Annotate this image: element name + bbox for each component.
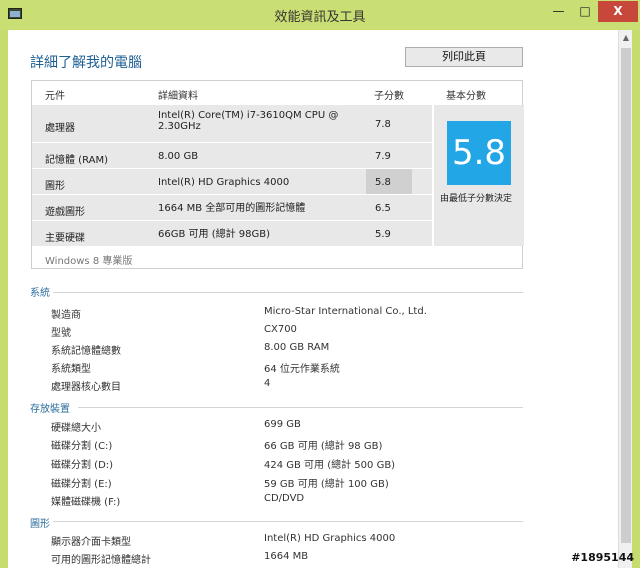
component-name: 記憶體 (RAM) (45, 155, 108, 166)
table-row: 主要硬碟 66GB 可用 (總計 98GB) 5.9 (32, 221, 432, 247)
info-value: CX700 (264, 324, 297, 335)
component-name: 處理器 (45, 123, 75, 134)
section-divider (53, 292, 523, 293)
print-button[interactable]: 列印此頁 (405, 47, 523, 67)
table-row: 處理器 Intel(R) Core(TM) i7-3610QM CPU @ 2.… (32, 105, 432, 143)
table-row: 圖形 Intel(R) HD Graphics 4000 5.8 (32, 169, 432, 195)
section-title-graphics: 圖形 (30, 519, 50, 530)
section-divider (53, 521, 523, 522)
base-score-badge: 5.8 (447, 121, 511, 185)
score-table: 元件 詳細資料 子分數 基本分數 處理器 Intel(R) Core(TM) i… (31, 80, 524, 269)
info-value: Micro-Star International Co., Ltd. (264, 306, 427, 317)
info-label: 磁碟分割 (D:) (51, 460, 114, 471)
info-label: 媒體磁碟機 (F:) (51, 497, 121, 508)
score-rows: 處理器 Intel(R) Core(TM) i7-3610QM CPU @ 2.… (32, 105, 432, 247)
section-divider (78, 407, 523, 408)
minimize-button[interactable]: — (545, 1, 572, 22)
vertical-scrollbar[interactable]: ▲ (618, 30, 632, 568)
info-label: 硬碟總大小 (51, 423, 101, 434)
client-area: 詳細了解我的電腦 列印此頁 元件 詳細資料 子分數 基本分數 處理器 Intel… (8, 30, 618, 568)
component-name: 圖形 (45, 181, 65, 192)
component-name: 主要硬碟 (45, 233, 85, 244)
info-label: 磁碟分割 (C:) (51, 441, 113, 452)
table-row: 記憶體 (RAM) 8.00 GB 7.9 (32, 143, 432, 169)
close-button[interactable]: X (598, 1, 638, 22)
component-detail: 1664 MB 全部可用的圖形記憶體 (158, 203, 306, 214)
scroll-up-arrow-icon[interactable]: ▲ (619, 30, 633, 46)
subscore: 7.9 (375, 151, 391, 162)
info-value: 8.00 GB RAM (264, 342, 330, 353)
column-header-base-score: 基本分數 (446, 91, 486, 102)
table-row: 遊戲圖形 1664 MB 全部可用的圖形記憶體 6.5 (32, 195, 432, 221)
info-value: 699 GB (264, 419, 301, 430)
column-header-detail: 詳細資料 (158, 91, 198, 102)
watermark-text: #1895144 (571, 551, 634, 564)
info-label: 型號 (51, 328, 71, 339)
component-name: 遊戲圖形 (45, 207, 85, 218)
section-title-storage: 存放裝置 (30, 404, 70, 415)
info-value: 59 GB 可用 (總計 100 GB) (264, 479, 389, 490)
info-label: 系統類型 (51, 364, 91, 375)
info-label: 製造商 (51, 310, 81, 321)
scroll-thumb[interactable] (621, 48, 631, 543)
column-header-subscore: 子分數 (374, 91, 404, 102)
subscore: 6.5 (375, 203, 391, 214)
maximize-button[interactable]: □ (572, 1, 598, 22)
page-title: 詳細了解我的電腦 (30, 55, 142, 71)
subscore: 5.9 (375, 229, 391, 240)
component-detail: 8.00 GB (158, 151, 199, 162)
info-value: 1664 MB (264, 551, 309, 562)
info-label: 顯示器介面卡類型 (51, 537, 131, 548)
column-header-component: 元件 (45, 91, 65, 102)
section-title-system: 系統 (30, 288, 50, 299)
base-score-column: 5.8 由最低子分數決定 (434, 105, 524, 246)
info-value: Intel(R) HD Graphics 4000 (264, 533, 396, 544)
info-label: 系統記憶體總數 (51, 346, 121, 357)
window-title: 效能資訊及工具 (274, 10, 366, 25)
info-value: 424 GB 可用 (總計 500 GB) (264, 460, 396, 471)
info-value: CD/DVD (264, 493, 305, 504)
info-value: 64 位元作業系統 (264, 364, 340, 375)
component-detail: 66GB 可用 (總計 98GB) (158, 229, 271, 240)
info-label: 可用的圖形記憶體總計 (51, 555, 151, 566)
subscore: 7.8 (375, 119, 391, 130)
subscore-lowest: 5.8 (366, 169, 412, 194)
windows-edition: Windows 8 專業版 (45, 256, 133, 267)
info-value: 4 (264, 378, 271, 389)
component-detail: Intel(R) HD Graphics 4000 (158, 177, 290, 188)
info-label: 磁碟分割 (E:) (51, 479, 112, 490)
info-label: 處理器核心數目 (51, 382, 121, 393)
component-detail: Intel(R) Core(TM) i7-3610QM CPU @ 2.30GH… (158, 110, 339, 132)
info-value: 66 GB 可用 (總計 98 GB) (264, 441, 383, 452)
base-score-note: 由最低子分數決定 (440, 194, 513, 204)
title-bar: 效能資訊及工具 — □ X (0, 0, 640, 30)
